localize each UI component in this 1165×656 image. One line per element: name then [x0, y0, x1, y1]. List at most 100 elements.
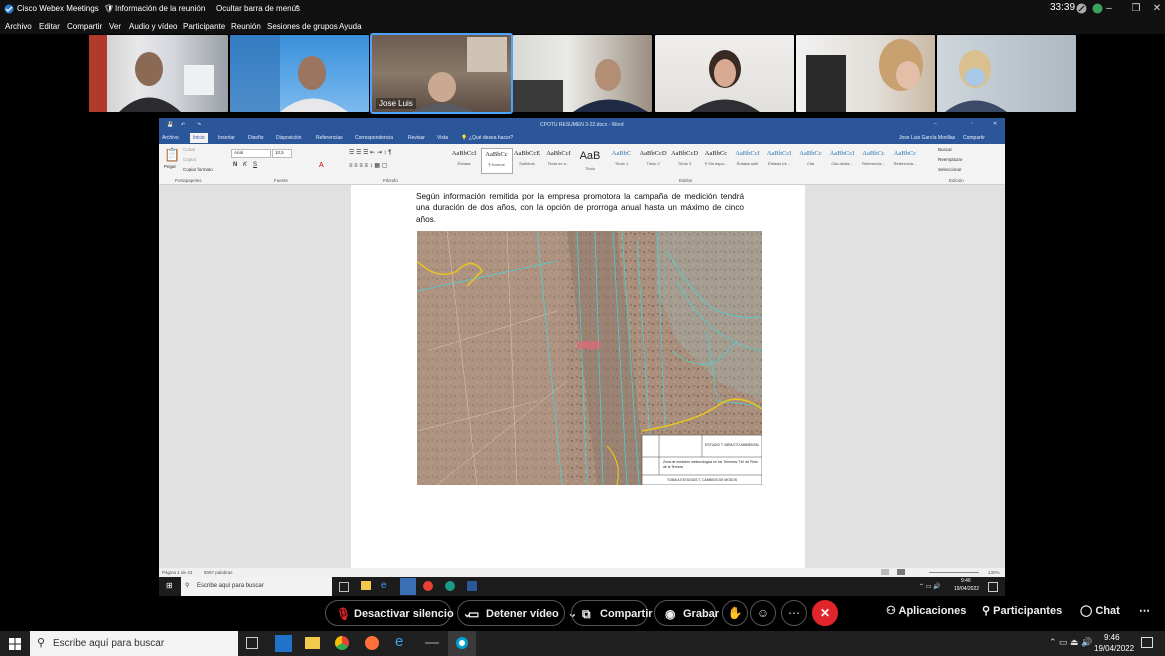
inner-notifications-icon[interactable] — [988, 582, 998, 592]
inner-word-icon[interactable] — [467, 581, 477, 591]
more-panels-button[interactable]: ⋯ — [1139, 604, 1150, 617]
word-count[interactable]: 8097 palabras — [204, 570, 233, 575]
style-gallery-item[interactable]: AaBbCcI Énfasis — [449, 148, 479, 172]
taskbar-search-box[interactable]: ⚲ Escribe aquí para buscar — [30, 631, 238, 656]
mute-button[interactable]: 🎙 Desactivar silencio ⌄ — [325, 600, 472, 626]
font-name-select[interactable]: Arial — [231, 149, 271, 158]
webex-taskbar-button[interactable] — [448, 631, 476, 656]
participant-video[interactable] — [796, 35, 935, 112]
tab-archivo[interactable]: Archivo — [162, 135, 179, 141]
save-icon[interactable]: 💾 — [167, 122, 173, 128]
style-gallery-item[interactable]: AaBbCc Referencia... — [890, 148, 920, 172]
inner-start-icon[interactable]: ⊞ — [166, 581, 173, 590]
apps-button[interactable]: ⚇ Aplicaciones — [886, 604, 966, 617]
file-explorer-icon[interactable] — [305, 637, 320, 649]
taskbar-app-icon[interactable] — [425, 642, 439, 644]
style-gallery-item[interactable]: AaBbCcI Cita desta... — [827, 148, 857, 172]
chrome-icon[interactable] — [335, 636, 349, 650]
tab-disposicion[interactable]: Disposición — [276, 135, 302, 141]
more-options-button[interactable]: ⋯ — [781, 600, 807, 626]
share-button[interactable]: ⧉ Compartir — [571, 600, 653, 626]
participants-button[interactable]: ⚲ Participantes — [982, 604, 1062, 617]
participant-video[interactable] — [937, 35, 1076, 112]
internet-explorer-icon[interactable]: e — [395, 633, 403, 650]
close-button[interactable]: ✕ — [1147, 2, 1165, 16]
inner-chrome-icon[interactable] — [423, 581, 433, 591]
replace-button[interactable]: Reemplazar — [938, 157, 962, 162]
paste-icon[interactable]: 📋 — [164, 147, 180, 163]
undo-icon[interactable]: ↶ — [181, 122, 185, 128]
word-minimize-button[interactable]: – — [934, 121, 937, 127]
menu-archivo[interactable]: Archivo — [5, 22, 32, 31]
participant-video[interactable] — [513, 35, 652, 112]
tell-me-input[interactable]: ¿Qué desea hacer? — [469, 135, 513, 141]
tab-referencias[interactable]: Referencias — [316, 135, 343, 141]
chat-button[interactable]: ◯ Chat — [1080, 604, 1120, 617]
style-gallery-item[interactable]: AaBbCc ¶ Sin espa... — [701, 148, 731, 172]
style-gallery-item[interactable]: AaBbC Título 1 — [607, 148, 637, 172]
outlook-icon[interactable] — [275, 635, 292, 652]
zoom-slider[interactable] — [929, 572, 979, 573]
participant-video-active[interactable]: Jose Luis — [370, 33, 513, 114]
align-icons[interactable]: ≡ ≡ ≡ ≡ ↕ ▦ ▢ — [349, 162, 387, 169]
copy-button[interactable]: Copiar — [183, 157, 196, 162]
tray-icons[interactable]: ⌃ ▭ ⏏ 🔊 — [1049, 637, 1092, 648]
windows-start-icon[interactable] — [9, 637, 21, 655]
find-button[interactable]: Buscar — [938, 147, 952, 152]
menu-audio-video[interactable]: Audio y vídeo — [129, 22, 177, 31]
inner-folder-icon[interactable] — [361, 581, 371, 590]
inner-tray-icons[interactable]: ⌃ ▭ 🔊 — [919, 583, 941, 590]
style-gallery-item[interactable]: AaBbCc ¶ Normal — [480, 148, 513, 174]
font-size-select[interactable]: 10,5 — [272, 149, 292, 158]
participant-video[interactable] — [655, 35, 794, 112]
style-gallery-item[interactable]: AaBbCcD Título 2 — [638, 148, 668, 172]
word-share-button[interactable]: Compartir — [963, 135, 985, 141]
task-view-icon[interactable] — [246, 637, 258, 649]
italic-button[interactable]: K — [243, 162, 247, 168]
menu-ayuda[interactable]: Ayuda — [339, 22, 362, 31]
notifications-icon[interactable] — [1141, 637, 1153, 648]
tab-revisar[interactable]: Revisar — [408, 135, 425, 141]
style-gallery-item[interactable]: AaBbCcI Texto en n... — [544, 148, 574, 172]
menu-ver[interactable]: Ver — [109, 22, 121, 31]
participant-video[interactable] — [230, 35, 369, 112]
cut-button[interactable]: Cortar — [183, 147, 196, 152]
style-gallery-item[interactable]: AaBbCcI Énfasis sutil — [733, 148, 763, 172]
connection-icon[interactable] — [1076, 3, 1087, 16]
paste-button[interactable]: Pegar — [164, 164, 176, 169]
style-gallery-item[interactable]: AaBbCc Referencia... — [859, 148, 889, 172]
inner-edge-icon[interactable]: e — [381, 580, 387, 591]
select-button[interactable]: Seleccionar — [938, 167, 962, 172]
meeting-info-button[interactable]: Información de la reunión — [115, 4, 205, 13]
inner-taskview-icon[interactable] — [339, 582, 349, 592]
raise-hand-button[interactable]: ✋ — [722, 600, 748, 626]
maximize-button[interactable]: ❐ — [1126, 2, 1146, 16]
participant-video[interactable] — [89, 35, 228, 112]
menu-compartir[interactable]: Compartir — [67, 22, 102, 31]
print-layout-icon[interactable] — [897, 569, 905, 575]
tab-insertar[interactable]: Insertar — [218, 135, 235, 141]
end-meeting-button[interactable]: ✕ — [812, 600, 838, 626]
inner-app-icon[interactable] — [445, 581, 455, 591]
minimize-button[interactable]: – — [1099, 2, 1119, 16]
font-color-icon[interactable]: A — [319, 162, 324, 169]
chevron-up-icon[interactable]: ⌃ — [294, 4, 301, 13]
page-count[interactable]: Página 1 de 43 — [162, 570, 192, 575]
inner-outlook-icon[interactable] — [400, 578, 416, 595]
reactions-button[interactable]: ☺ — [750, 600, 776, 626]
hide-menu-button[interactable]: Ocultar barra de menús — [216, 4, 300, 13]
tab-diseno[interactable]: Diseño — [248, 135, 264, 141]
style-gallery-item[interactable]: AaB Título — [575, 148, 605, 172]
record-button[interactable]: ◉ Grabar — [654, 600, 719, 626]
menu-reunion[interactable]: Reunión — [231, 22, 261, 31]
style-gallery-item[interactable]: AaBbCc Cita — [796, 148, 826, 172]
style-gallery-item[interactable]: AaBbCcD Título 3 — [670, 148, 700, 172]
menu-editar[interactable]: Editar — [39, 22, 60, 31]
inner-search-box[interactable]: ⚲ Escribe aquí para buscar — [181, 577, 332, 596]
word-close-button[interactable]: ✕ — [993, 121, 997, 127]
read-mode-icon[interactable] — [881, 569, 889, 575]
stop-video-button[interactable]: ▭ Detener vídeo ⌄ — [457, 600, 577, 626]
style-gallery-item[interactable]: AaBbCcI Énfasis int... — [764, 148, 794, 172]
tab-inicio[interactable]: Inicio — [190, 133, 208, 143]
menu-participante[interactable]: Participante — [183, 22, 225, 31]
